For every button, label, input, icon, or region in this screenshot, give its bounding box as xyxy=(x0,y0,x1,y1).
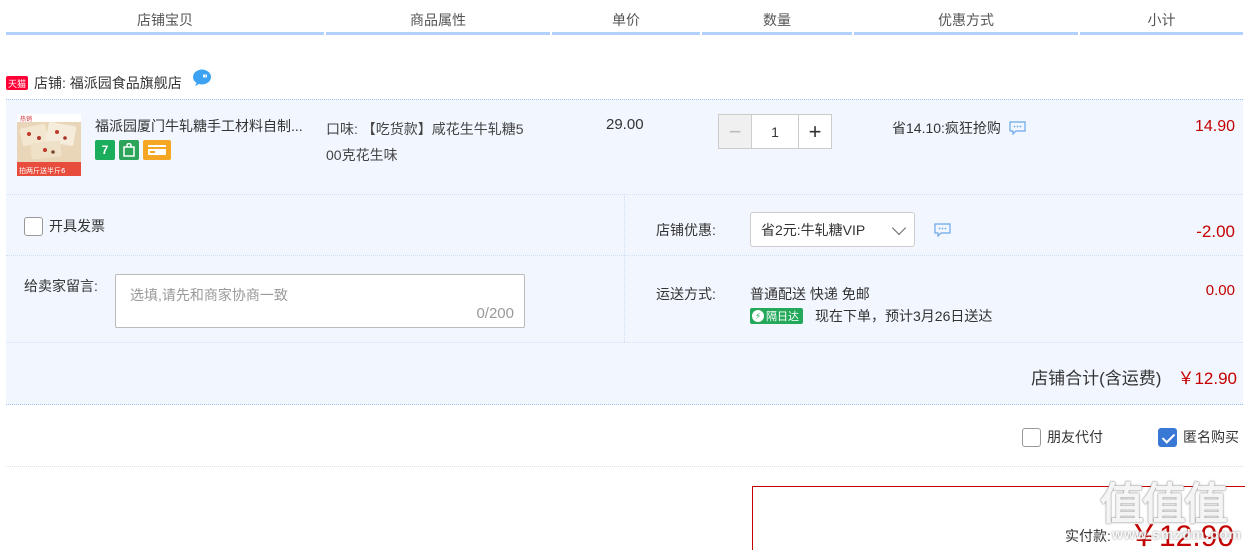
anonymous-purchase-label: 匿名购买 xyxy=(1183,429,1239,445)
buyer-options-pane: 开具发票 给卖家留言: 选填,请先和商家协商一致 0/200 xyxy=(6,196,624,342)
shipping-eta-text: 现在下单，预计3月26日送达 xyxy=(815,308,993,324)
shipping-amount: 0.00 xyxy=(1205,282,1235,299)
coupon-selected-value: 省2元:牛轧糖VIP xyxy=(761,221,866,238)
product-attributes: 口味: 【吃货款】咸花生牛轧糖5 00克花生味 xyxy=(326,116,561,168)
item-discount: 省14.10:疯狂抢购 xyxy=(892,118,1026,138)
svg-text:1: 1 xyxy=(203,74,206,80)
watermark-site: www.smzdm.com xyxy=(1112,526,1242,542)
header-underline xyxy=(6,32,324,35)
coupon-select[interactable]: 省2元:牛轧糖VIP xyxy=(750,212,915,247)
divider xyxy=(625,255,1243,256)
next-day-badge: ⚡ 隔日达 xyxy=(750,308,803,324)
payment-options-row: 朋友代付 匿名购买 xyxy=(6,407,1243,467)
memo-char-counter: 0/200 xyxy=(476,305,514,322)
next-day-badge-text: 隔日达 xyxy=(766,311,799,323)
shop-total-amount: ￥12.90 xyxy=(1177,369,1237,388)
coupon-amount: -2.00 xyxy=(1196,222,1235,241)
discount-text: 省14.10:疯狂抢购 xyxy=(892,120,1001,136)
coupon-label: 店铺优惠: xyxy=(656,222,716,238)
divider xyxy=(6,255,624,256)
credit-card-icon[interactable] xyxy=(143,140,171,160)
friend-pay-checkbox[interactable] xyxy=(1022,427,1041,447)
attr-line: 00克花生味 xyxy=(326,147,398,163)
header-underline xyxy=(552,32,700,35)
col-header-attributes: 商品属性 xyxy=(410,12,466,28)
quantity-increase-button[interactable]: + xyxy=(798,114,832,149)
quantity-stepper: − 1 + xyxy=(718,114,832,149)
chevron-down-icon xyxy=(891,220,907,236)
shopping-bag-guarantee-icon[interactable] xyxy=(119,140,139,160)
anonymous-purchase-checkbox[interactable] xyxy=(1158,427,1177,447)
shipping-method: 普通配送 快递 免邮 xyxy=(750,286,870,302)
col-header-subtotal: 小计 xyxy=(1147,12,1176,28)
shipping-eta: ⚡ 隔日达 现在下单，预计3月26日送达 xyxy=(750,306,992,326)
order-table-header: 店铺宝贝 商品属性 单价 数量 优惠方式 小计 xyxy=(6,0,1243,36)
message-bubble-icon[interactable] xyxy=(934,223,951,238)
col-header-item: 店铺宝贝 xyxy=(137,12,193,28)
product-thumbnail[interactable]: 热销 拍两斤送半斤6 xyxy=(17,114,81,176)
header-underline xyxy=(854,32,1078,35)
site-watermark: 值值值 www.smzdm.com xyxy=(1100,468,1250,550)
shop-name-link[interactable]: 店铺: 福派园食品旗舰店 xyxy=(34,73,182,93)
col-header-discount: 优惠方式 xyxy=(938,12,994,28)
quantity-input[interactable]: 1 xyxy=(752,114,798,149)
watermark-logo: 值值值 xyxy=(1100,480,1228,529)
memo-placeholder: 选填,请先和商家协商一致 xyxy=(130,287,288,303)
product-service-icons: 7 xyxy=(95,140,171,160)
order-item-row: 热销 拍两斤送半斤6 福派园厦门牛轧糖手工材料自制... 7 口味: 【吃货款】… xyxy=(6,100,1243,195)
shop-settlement-pane: 店铺优惠: 省2元:牛轧糖VIP -2.00 运送方式: 普通配送 快递 免邮 … xyxy=(625,196,1243,342)
seven-day-return-icon[interactable]: 7 xyxy=(95,140,115,160)
anonymous-purchase-option[interactable]: 匿名购买 xyxy=(1158,427,1239,447)
shipping-label: 运送方式: xyxy=(656,286,716,302)
quantity-decrease-button[interactable]: − xyxy=(718,114,752,149)
wangwang-chat-icon[interactable]: 1 xyxy=(192,69,212,87)
message-bubble-icon[interactable] xyxy=(1009,121,1026,136)
product-title-link[interactable]: 福派园厦门牛轧糖手工材料自制... xyxy=(95,116,303,136)
shop-total: 店铺合计(含运费) ￥12.90 xyxy=(1031,364,1237,389)
col-header-unit-price: 单价 xyxy=(612,12,640,28)
invoice-checkbox[interactable] xyxy=(24,216,43,236)
header-underline xyxy=(702,32,852,35)
friend-pay-label: 朋友代付 xyxy=(1047,429,1103,445)
lightning-icon: ⚡ xyxy=(752,310,764,322)
shop-line: 天猫 店铺: 福派园食品旗舰店 1 xyxy=(6,69,212,96)
header-underline xyxy=(1080,32,1243,35)
invoice-option[interactable]: 开具发票 xyxy=(24,216,105,236)
invoice-label: 开具发票 xyxy=(49,218,105,234)
friend-pay-option[interactable]: 朋友代付 xyxy=(1022,427,1103,447)
order-item-panel: 热销 拍两斤送半斤6 福派园厦门牛轧糖手工材料自制... 7 口味: 【吃货款】… xyxy=(6,99,1243,405)
unit-price: 29.00 xyxy=(606,116,644,133)
memo-label: 给卖家留言: xyxy=(24,278,98,294)
shop-total-label: 店铺合计(含运费) xyxy=(1031,369,1162,388)
divider xyxy=(6,342,1243,343)
col-header-quantity: 数量 xyxy=(763,12,791,28)
attr-line: 口味: 【吃货款】咸花生牛轧糖5 xyxy=(326,121,524,137)
thumb-text-top: 热销 xyxy=(20,115,32,123)
item-subtotal: 14.90 xyxy=(1194,118,1235,135)
seller-memo-textarea[interactable]: 选填,请先和商家协商一致 0/200 xyxy=(115,274,525,328)
thumb-text-bottom: 拍两斤送半斤6 xyxy=(19,166,66,175)
tmall-badge: 天猫 xyxy=(6,76,28,90)
header-underline xyxy=(326,32,550,35)
